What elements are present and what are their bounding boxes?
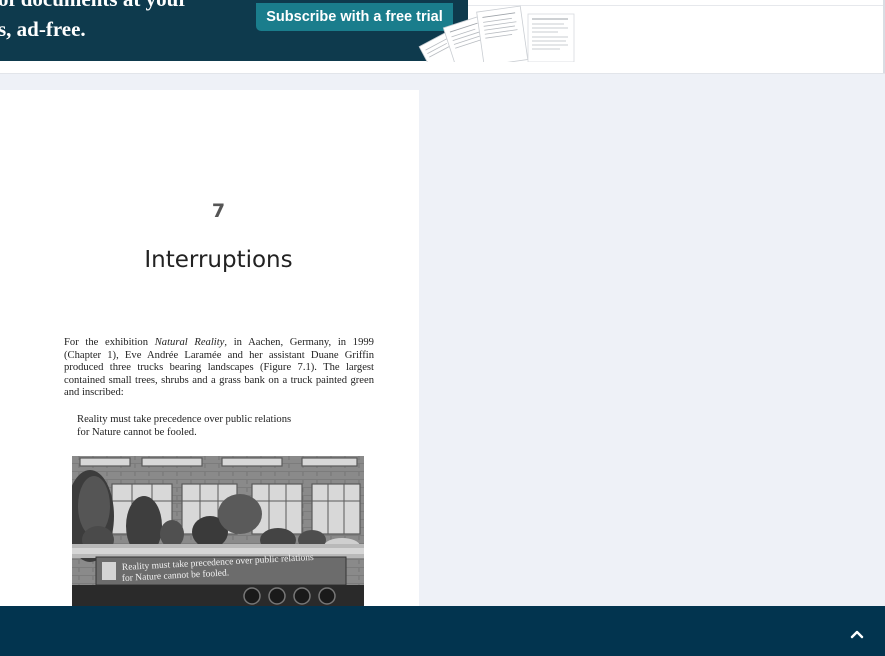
figure-photo: Reality must take precedence over public… <box>72 456 364 606</box>
documents-illustration <box>418 5 575 62</box>
paragraph-text: For the exhibition <box>64 337 155 348</box>
expand-toolbar-button[interactable] <box>845 622 869 646</box>
block-quote: Reality must take precedence over public… <box>77 413 377 440</box>
document-page: 7 Interruptions For the exhibition Natur… <box>0 90 419 620</box>
truck-landscape-photo: Reality must take precedence over public… <box>72 456 364 606</box>
bottom-toolbar <box>0 606 885 656</box>
banner-headline-line2: s, ad-free. <box>0 17 86 41</box>
exhibition-title: Natural Reality <box>154 337 225 348</box>
top-promo-strip: of documents at your s, ad-free. Subscri… <box>0 0 885 74</box>
chapter-title: Interruptions <box>144 247 293 273</box>
quote-line: Reality must take precedence over public… <box>77 414 292 425</box>
quote-line: for Nature cannot be fooled. <box>77 427 197 439</box>
chapter-number: 7 <box>211 200 226 222</box>
chevron-up-icon <box>850 630 864 639</box>
banner-headline-line1: of documents at your <box>0 0 188 12</box>
body-paragraph: For the exhibition Natural Reality, in A… <box>64 337 374 400</box>
